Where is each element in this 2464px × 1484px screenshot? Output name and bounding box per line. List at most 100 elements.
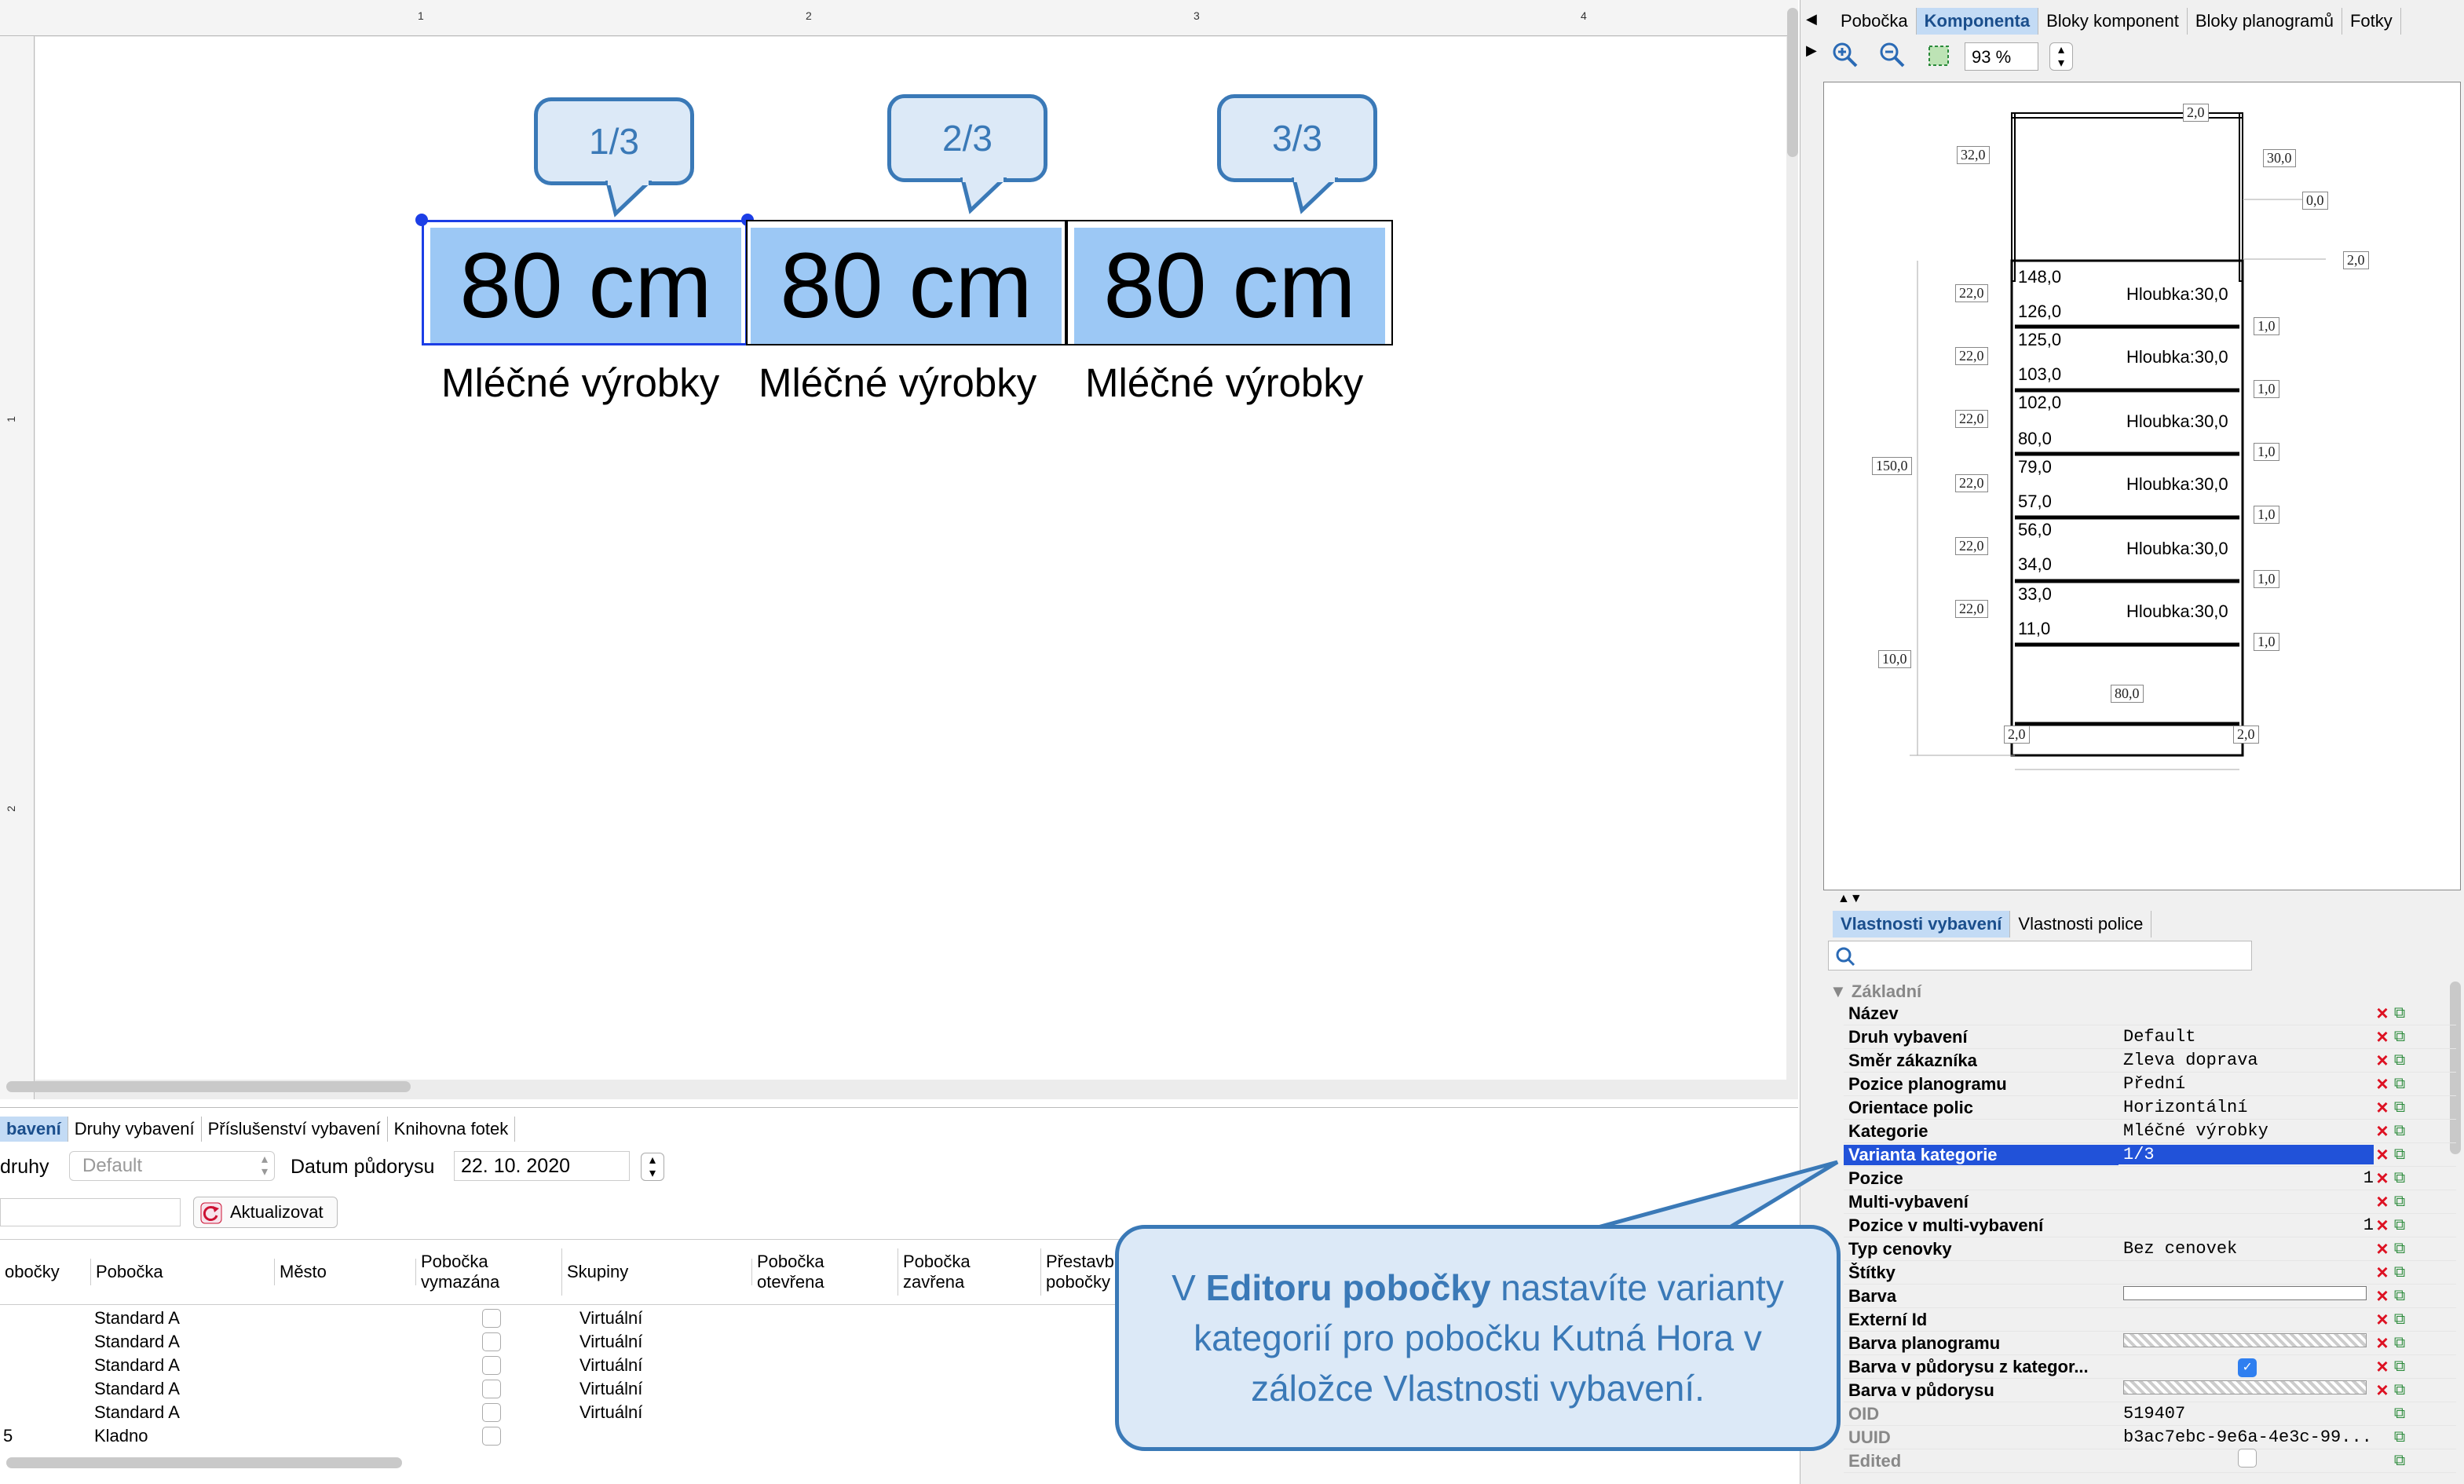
copy-icon[interactable]: ⧉ xyxy=(2391,1169,2408,1187)
property-row[interactable]: Barva planogramu × ⧉ xyxy=(1844,1331,2456,1355)
column-header[interactable]: Město xyxy=(275,1259,416,1285)
property-row[interactable]: Externí Id × ⧉ xyxy=(1844,1307,2456,1332)
copy-icon[interactable]: ⧉ xyxy=(2391,1122,2408,1140)
zoom-out-icon[interactable] xyxy=(1878,41,1906,69)
copy-icon[interactable]: ⧉ xyxy=(2391,1028,2408,1046)
color-swatch[interactable] xyxy=(2123,1380,2367,1394)
refresh-button[interactable]: Aktualizovat xyxy=(193,1197,338,1228)
tab-vybaveni[interactable]: bavení xyxy=(0,1117,68,1142)
planogram-paper[interactable] xyxy=(35,37,1786,1080)
clear-icon[interactable]: × xyxy=(2374,1260,2391,1285)
druhy-select[interactable]: Default ▴ ▾ xyxy=(69,1151,275,1181)
copy-icon[interactable]: ⧉ xyxy=(2391,1358,2408,1376)
property-row[interactable]: Barva v půdorysu × ⧉ xyxy=(1844,1378,2456,1402)
property-row[interactable]: UUID b3ac7ebc-9e6a-4e3c-99... ⧉ xyxy=(1844,1426,2456,1449)
property-row[interactable]: Typ cenovky Bez cenovek × ⧉ xyxy=(1844,1237,2456,1261)
filter-input[interactable] xyxy=(0,1198,181,1226)
tab-druhy-vybaveni[interactable]: Druhy vybavení xyxy=(68,1117,202,1142)
property-row[interactable]: OID 519407 ⧉ xyxy=(1844,1402,2456,1426)
copy-icon[interactable]: ⧉ xyxy=(2391,1146,2408,1164)
column-header[interactable]: Skupiny xyxy=(562,1259,752,1285)
property-row[interactable]: Multi-vybavení × ⧉ xyxy=(1844,1190,2456,1214)
clear-icon[interactable]: × xyxy=(2374,1331,2391,1355)
property-row[interactable]: Pozice v multi-vybavení 1 × ⧉ xyxy=(1844,1213,2456,1237)
collapse-left-icon[interactable]: ◀ xyxy=(1806,11,1817,27)
property-value[interactable]: 1/3 xyxy=(2119,1145,2374,1164)
property-row[interactable]: Kategorie Mléčné výrobky × ⧉ xyxy=(1844,1119,2456,1143)
property-row[interactable]: Název × ⧉ xyxy=(1844,1001,2456,1025)
column-header[interactable]: Pobočka otevřena xyxy=(752,1248,898,1296)
copy-icon[interactable]: ⧉ xyxy=(2391,1193,2408,1211)
splitter-arrows-icon[interactable]: ▲▼ xyxy=(1837,892,1863,906)
copy-icon[interactable]: ⧉ xyxy=(2391,1075,2408,1093)
checkbox[interactable] xyxy=(482,1380,501,1398)
clear-icon[interactable]: × xyxy=(2374,1025,2391,1049)
tab-komponenta[interactable]: Komponenta xyxy=(1916,8,2039,35)
clear-icon[interactable]: × xyxy=(2374,1001,2391,1025)
column-header[interactable]: Pobočka zavřena xyxy=(898,1248,1041,1296)
property-value[interactable]: 519407 xyxy=(2119,1404,2374,1424)
copy-icon[interactable]: ⧉ xyxy=(2391,1310,2408,1329)
property-row[interactable]: Pozice 1 × ⧉ xyxy=(1844,1166,2456,1190)
clear-icon[interactable]: × xyxy=(2374,1072,2391,1096)
color-swatch[interactable] xyxy=(2123,1286,2367,1300)
tab-vlastnosti-vybaveni[interactable]: Vlastnosti vybavení xyxy=(1833,911,2011,938)
canvas-horizontal-scrollbar[interactable] xyxy=(6,1081,411,1092)
table-row[interactable]: Standard A Virtuální xyxy=(0,1377,1115,1401)
copy-icon[interactable]: ⧉ xyxy=(2391,1381,2408,1399)
clear-icon[interactable]: × xyxy=(2374,1284,2391,1308)
checkbox-checked[interactable]: ✓ xyxy=(2238,1358,2257,1377)
selection-handle[interactable] xyxy=(415,214,428,226)
zoom-in-icon[interactable] xyxy=(1831,41,1859,69)
copy-icon[interactable]: ⧉ xyxy=(2391,1216,2408,1234)
clear-icon[interactable]: × xyxy=(2374,1378,2391,1402)
property-row[interactable]: Orientace polic Horizontální × ⧉ xyxy=(1844,1095,2456,1120)
table-horizontal-scrollbar[interactable] xyxy=(6,1457,402,1468)
clear-icon[interactable]: × xyxy=(2374,1142,2391,1167)
color-swatch[interactable] xyxy=(2123,1333,2367,1347)
checkbox[interactable] xyxy=(482,1332,501,1351)
property-value[interactable] xyxy=(2119,1333,2374,1353)
zoom-level-field[interactable]: 93 % xyxy=(1965,42,2038,71)
property-row[interactable]: Edited ⧉ xyxy=(1844,1449,2456,1473)
property-value[interactable] xyxy=(2119,1380,2374,1400)
clear-icon[interactable]: × xyxy=(2374,1237,2391,1261)
copy-icon[interactable]: ⧉ xyxy=(2391,1004,2408,1022)
property-row[interactable]: Pozice planogramu Přední × ⧉ xyxy=(1844,1072,2456,1096)
table-row[interactable]: Standard A Virtuální xyxy=(0,1307,1115,1330)
tab-vlastnosti-police[interactable]: Vlastnosti police xyxy=(2010,911,2152,938)
table-row[interactable]: Standard A Virtuální xyxy=(0,1401,1115,1424)
table-row[interactable]: Standard A Virtuální xyxy=(0,1330,1115,1354)
clear-icon[interactable]: × xyxy=(2374,1190,2391,1214)
tab-knihovna-fotek[interactable]: Knihovna fotek xyxy=(388,1117,516,1142)
property-row-selected[interactable]: Varianta kategorie 1/3 × ⧉ xyxy=(1844,1142,2456,1167)
zoom-stepper[interactable]: ▴ ▾ xyxy=(2049,42,2073,71)
property-value[interactable] xyxy=(2119,1449,2374,1473)
tab-bloky-komponent[interactable]: Bloky komponent xyxy=(2038,8,2188,35)
copy-icon[interactable]: ⧉ xyxy=(2391,1263,2408,1281)
property-row[interactable]: Barva × ⧉ xyxy=(1844,1284,2456,1308)
tab-bloky-planogramu[interactable]: Bloky planogramů xyxy=(2188,8,2342,35)
checkbox[interactable] xyxy=(2238,1449,2257,1468)
clear-icon[interactable]: × xyxy=(2374,1354,2391,1379)
column-header[interactable]: Pobočka vymazána xyxy=(416,1248,562,1296)
tab-pobocka[interactable]: Pobočka xyxy=(1833,8,1917,35)
property-row[interactable]: Barva v půdorysu z kategor... ✓ × ⧉ xyxy=(1844,1354,2456,1379)
expand-right-icon[interactable]: ▶ xyxy=(1806,42,1817,59)
property-row[interactable]: Štítky × ⧉ xyxy=(1844,1260,2456,1285)
checkbox[interactable] xyxy=(482,1427,501,1446)
property-value[interactable] xyxy=(2119,1286,2374,1306)
canvas-vertical-scrollbar[interactable] xyxy=(1787,8,1798,157)
copy-icon[interactable]: ⧉ xyxy=(2391,1240,2408,1258)
copy-icon[interactable]: ⧉ xyxy=(2391,1428,2408,1446)
table-row[interactable]: Standard A Virtuální xyxy=(0,1354,1115,1377)
property-value[interactable]: ✓ xyxy=(2119,1357,2374,1377)
property-value[interactable]: Přední xyxy=(2119,1074,2374,1094)
column-header[interactable]: Pobočka xyxy=(91,1259,275,1285)
copy-icon[interactable]: ⧉ xyxy=(2391,1334,2408,1352)
checkbox[interactable] xyxy=(482,1356,501,1375)
tab-prislusenstvi[interactable]: Příslušenství vybavení xyxy=(202,1117,388,1142)
clear-icon[interactable]: × xyxy=(2374,1048,2391,1073)
copy-icon[interactable]: ⧉ xyxy=(2391,1405,2408,1423)
property-value[interactable]: b3ac7ebc-9e6a-4e3c-99... xyxy=(2119,1427,2374,1447)
